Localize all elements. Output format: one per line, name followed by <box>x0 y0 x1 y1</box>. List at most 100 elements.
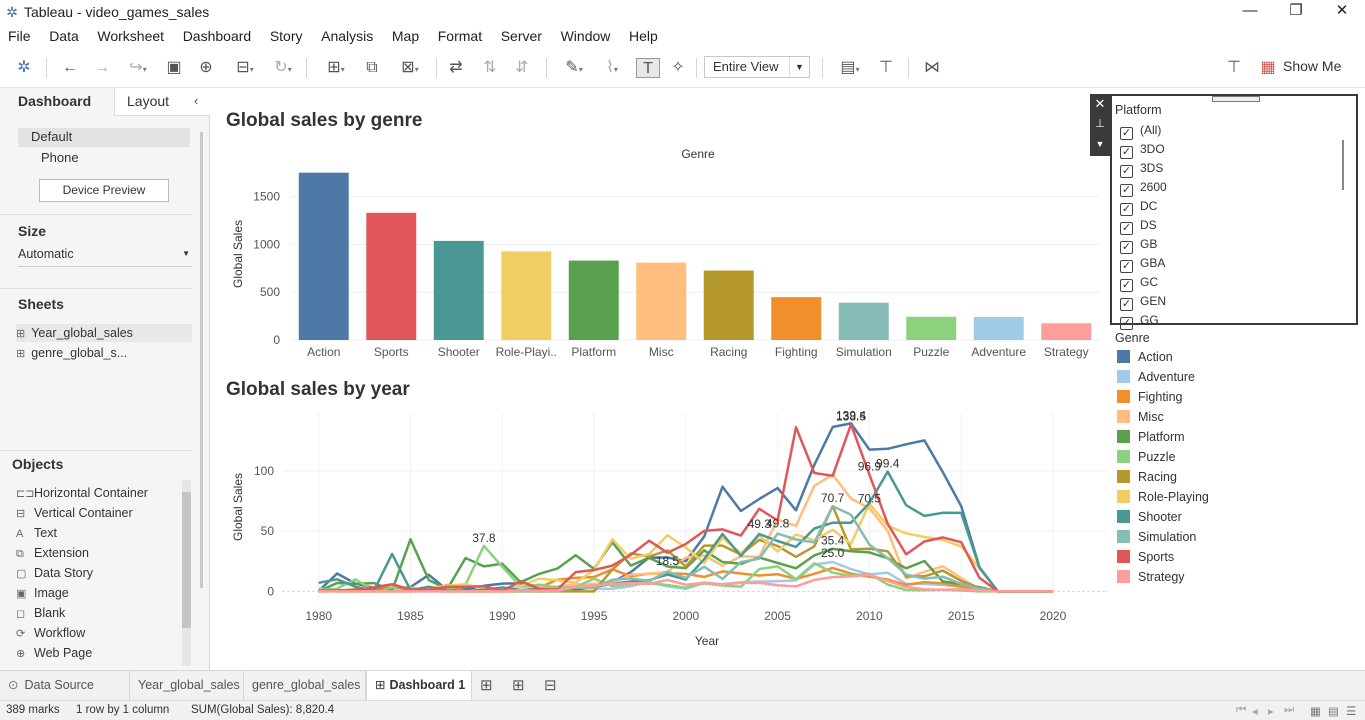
bar-strategy[interactable] <box>1041 323 1092 340</box>
legend-item[interactable]: Simulation <box>1117 530 1196 546</box>
fix-axes-icon[interactable]: ✧ <box>668 58 688 78</box>
save-icon[interactable]: ▣ <box>164 58 184 78</box>
sort-descending-icon[interactable]: ⇵ <box>512 58 532 78</box>
redo-icon[interactable]: → <box>92 58 112 78</box>
filter-item[interactable]: ✓ GC <box>1120 274 1158 292</box>
objects-scrollbar-track[interactable] <box>182 480 191 666</box>
swap-icon[interactable]: ⇄ <box>446 58 466 78</box>
pane-scrollbar[interactable] <box>200 132 203 588</box>
pause-updates-icon[interactable]: ⊟▾ <box>228 58 262 78</box>
fit-dropdown[interactable]: Entire View ▼ <box>704 56 810 78</box>
checkbox-checked-icon[interactable]: ✓ <box>1120 260 1133 273</box>
object-extension[interactable]: ⧉ Extension <box>16 546 89 561</box>
filter-item[interactable]: ✓ GG <box>1120 312 1159 330</box>
sheet-item-genre-global-sales[interactable]: ⊞ genre_global_s... <box>16 344 127 363</box>
group-icon[interactable]: ⌇▾ <box>596 58 628 78</box>
checkbox-checked-icon[interactable]: ✓ <box>1120 317 1133 330</box>
filter-item[interactable]: ✓ GBA <box>1120 255 1165 273</box>
paint-roller-icon[interactable]: ⊤ <box>1224 58 1244 78</box>
menu-dashboard[interactable]: Dashboard <box>175 24 252 44</box>
bar-fighting[interactable] <box>771 297 822 340</box>
bar-racing[interactable] <box>703 270 754 340</box>
list-view-icon[interactable]: ☰ <box>1346 704 1356 718</box>
menu-help[interactable]: Help <box>621 24 658 44</box>
grid-view-icon[interactable]: ▦ <box>1310 704 1321 718</box>
bar-misc[interactable] <box>636 262 687 340</box>
object-workflow[interactable]: ⟳ Workflow <box>16 626 85 640</box>
new-worksheet-tab-icon[interactable]: ⊞ <box>480 676 493 694</box>
checkbox-checked-icon[interactable]: ✓ <box>1120 165 1133 178</box>
bar-sports[interactable] <box>366 212 417 340</box>
menu-format[interactable]: Format <box>430 24 482 44</box>
bar-role-playi-[interactable] <box>501 251 552 340</box>
filter-item[interactable]: ✓ GEN <box>1120 293 1166 311</box>
restore-icon[interactable]: ❐ <box>1273 0 1319 24</box>
show-me-icon[interactable]: ▦ <box>1260 58 1276 78</box>
filter-item[interactable]: ✓ (All) <box>1120 122 1161 140</box>
new-dashboard-tab-icon[interactable]: ⊞ <box>512 676 525 694</box>
show-mark-labels-icon[interactable]: T <box>636 58 660 78</box>
menu-server[interactable]: Server <box>493 24 542 44</box>
legend-item[interactable]: Adventure <box>1117 370 1195 386</box>
clear-sheet-icon[interactable]: ⊠▾ <box>392 58 428 78</box>
undo-icon[interactable]: ← <box>60 58 80 78</box>
menu-window[interactable]: Window <box>553 24 611 44</box>
bar-simulation[interactable] <box>838 302 889 340</box>
tab-data-source[interactable]: ⊙ Data Source <box>0 671 130 700</box>
bar-shooter[interactable] <box>433 240 484 340</box>
share-icon[interactable]: ⋈ <box>922 58 942 78</box>
sheet-item-year-global-sales[interactable]: ⊞ Year_global_sales <box>16 324 192 342</box>
bar-action[interactable] <box>298 172 349 340</box>
filter-item[interactable]: ✓ 3DO <box>1120 141 1165 159</box>
nav-last-icon[interactable]: ⏭ <box>1284 704 1294 717</box>
legend-item[interactable]: Role-Playing <box>1117 490 1209 506</box>
legend-item[interactable]: Sports <box>1117 550 1174 566</box>
menu-story[interactable]: Story <box>262 24 303 44</box>
bar-platform[interactable] <box>568 260 619 340</box>
checkbox-checked-icon[interactable]: ✓ <box>1120 184 1133 197</box>
filter-item[interactable]: ✓ DC <box>1120 198 1157 216</box>
size-dropdown[interactable]: Automatic ▼ <box>18 247 192 267</box>
checkbox-checked-icon[interactable]: ✓ <box>1120 279 1133 292</box>
collapse-pane-icon[interactable]: ‹ <box>194 93 198 108</box>
legend-item[interactable]: Shooter <box>1117 510 1182 526</box>
filter-item[interactable]: ✓ DS <box>1120 217 1157 235</box>
legend-item[interactable]: Fighting <box>1117 390 1182 406</box>
legend-item[interactable]: Strategy <box>1117 570 1185 586</box>
tab-genre-global-sales[interactable]: genre_global_sales <box>244 671 366 700</box>
legend-item[interactable]: Racing <box>1117 470 1177 486</box>
menu-analysis[interactable]: Analysis <box>313 24 373 44</box>
tableau-home-icon[interactable]: ✲ <box>14 58 34 78</box>
highlight-icon[interactable]: ✎▾ <box>558 58 590 78</box>
show-me-button[interactable]: Show Me <box>1283 58 1341 74</box>
drag-handle[interactable] <box>1212 96 1260 102</box>
pin-icon[interactable]: ⊥ <box>1090 114 1110 134</box>
objects-scrollbar-thumb[interactable] <box>182 492 191 628</box>
device-preview-button[interactable]: Device Preview <box>39 179 169 202</box>
object-horizontal-container[interactable]: ⊏⊐Horizontal Container <box>16 486 148 500</box>
object-vertical-container[interactable]: ⊟ Vertical Container <box>16 506 133 520</box>
filter-item[interactable]: ✓ 2600 <box>1120 179 1167 197</box>
replay-icon[interactable]: ↪▾ <box>122 58 154 78</box>
object-data-story[interactable]: ▢ Data Story <box>16 566 93 580</box>
checkbox-checked-icon[interactable]: ✓ <box>1120 222 1133 235</box>
device-phone[interactable]: Phone <box>41 150 79 165</box>
checkbox-checked-icon[interactable]: ✓ <box>1120 298 1133 311</box>
tab-dashboard-1[interactable]: ⊞ Dashboard 1 <box>366 671 472 700</box>
new-worksheet-icon[interactable]: ⊞▾ <box>318 58 354 78</box>
object-web-page[interactable]: ⊕ Web Page <box>16 646 92 660</box>
filter-scrollbar[interactable] <box>1342 140 1344 190</box>
checkbox-checked-icon[interactable]: ✓ <box>1120 241 1133 254</box>
legend-item[interactable]: Puzzle <box>1117 450 1176 466</box>
legend-item[interactable]: Misc <box>1117 410 1164 426</box>
menu-worksheet[interactable]: Worksheet <box>89 24 164 44</box>
bar-puzzle[interactable] <box>906 316 957 340</box>
legend-item[interactable]: Platform <box>1117 430 1185 446</box>
tab-dashboard[interactable]: Dashboard <box>0 88 114 116</box>
menu-file[interactable]: File <box>0 24 31 44</box>
close-icon[interactable]: ✕ <box>1319 0 1365 24</box>
refresh-icon[interactable]: ↻▾ <box>266 58 300 78</box>
checkbox-checked-icon[interactable]: ✓ <box>1120 203 1133 216</box>
filter-item[interactable]: ✓ 3DS <box>1120 160 1163 178</box>
filmstrip-view-icon[interactable]: ▤ <box>1328 704 1339 718</box>
